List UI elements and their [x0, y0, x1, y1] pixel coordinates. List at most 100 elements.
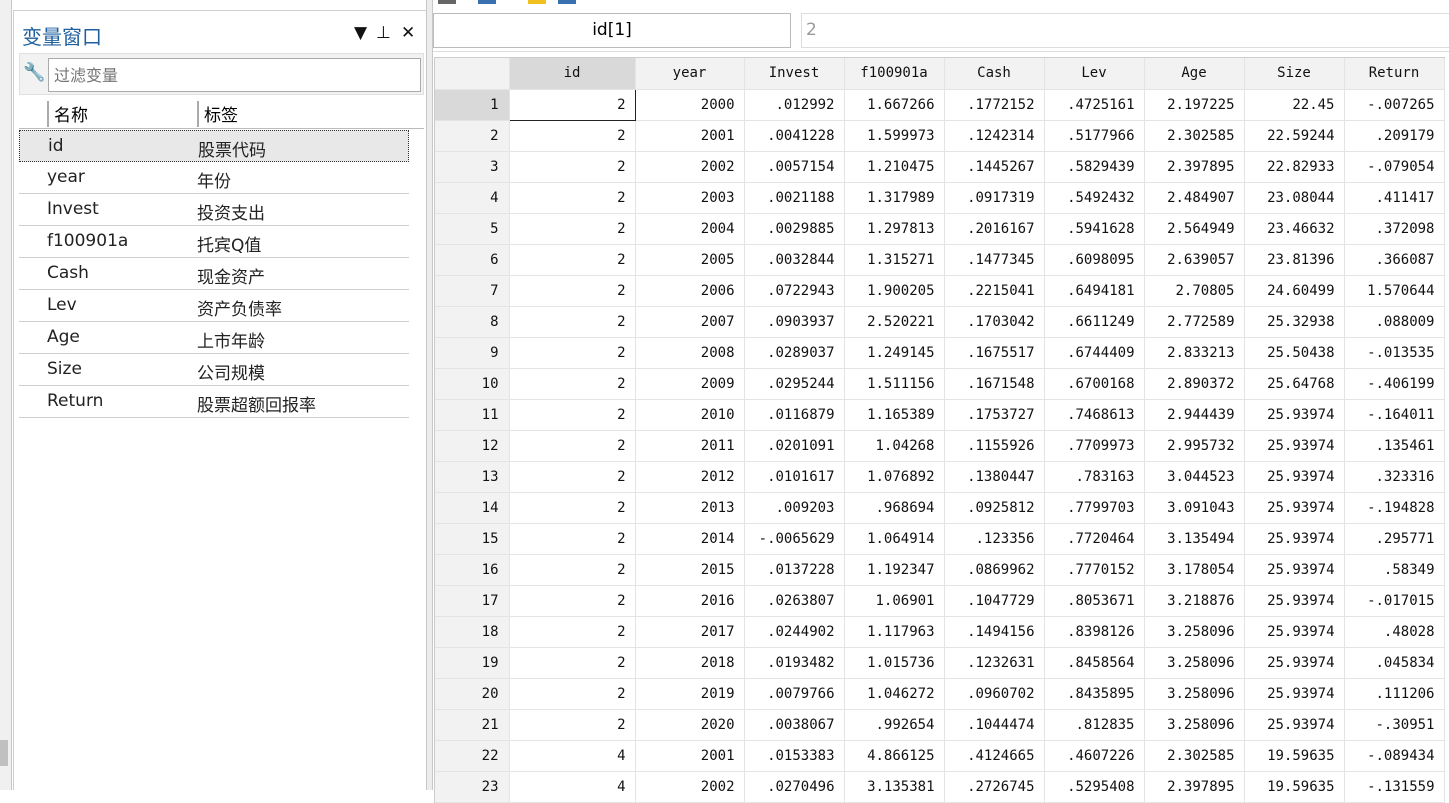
data-cell[interactable]: 2006: [635, 275, 745, 307]
data-cell[interactable]: .1772152: [944, 89, 1045, 121]
data-cell[interactable]: 1.165389: [844, 399, 945, 431]
data-cell[interactable]: -.089434: [1344, 740, 1445, 772]
data-cell[interactable]: .5295408: [1044, 771, 1145, 803]
data-cell[interactable]: 2.397895: [1144, 771, 1245, 803]
data-cell[interactable]: .1753727: [944, 399, 1045, 431]
row-number[interactable]: 18: [435, 616, 510, 648]
data-cell[interactable]: 2: [509, 461, 636, 493]
data-cell[interactable]: 3.218876: [1144, 585, 1245, 617]
data-cell[interactable]: 2.520221: [844, 306, 945, 338]
data-cell[interactable]: 2015: [635, 554, 745, 586]
data-cell[interactable]: 25.93974: [1244, 678, 1345, 710]
data-cell[interactable]: 2011: [635, 430, 745, 462]
data-cell[interactable]: -.406199: [1344, 368, 1445, 400]
data-cell[interactable]: 2: [509, 368, 636, 400]
data-cell[interactable]: 2: [509, 151, 636, 183]
row-number[interactable]: 11: [435, 399, 510, 431]
data-cell[interactable]: 2.302585: [1144, 740, 1245, 772]
data-cell[interactable]: 3.135494: [1144, 523, 1245, 555]
data-cell[interactable]: 2009: [635, 368, 745, 400]
data-cell[interactable]: 22.59244: [1244, 120, 1345, 152]
variable-row[interactable]: f100901a 托宾Q值: [19, 226, 409, 258]
data-cell[interactable]: -.0065629: [744, 523, 845, 555]
data-cell[interactable]: 23.46632: [1244, 213, 1345, 245]
data-cell[interactable]: 2013: [635, 492, 745, 524]
data-cell[interactable]: 2.70805: [1144, 275, 1245, 307]
data-cell[interactable]: 2.995732: [1144, 430, 1245, 462]
data-cell[interactable]: 1.249145: [844, 337, 945, 369]
data-cell[interactable]: 1.511156: [844, 368, 945, 400]
data-cell[interactable]: .1044474: [944, 709, 1045, 741]
data-cell[interactable]: .0116879: [744, 399, 845, 431]
data-cell[interactable]: 2: [509, 275, 636, 307]
column-header-Cash[interactable]: Cash: [944, 58, 1045, 90]
data-cell[interactable]: .4124665: [944, 740, 1045, 772]
data-cell[interactable]: 3.178054: [1144, 554, 1245, 586]
data-cell[interactable]: 3.091043: [1144, 492, 1245, 524]
data-cell[interactable]: 25.93974: [1244, 554, 1345, 586]
data-cell[interactable]: 2: [509, 616, 636, 648]
data-cell[interactable]: .0289037: [744, 337, 845, 369]
data-cell[interactable]: 3.258096: [1144, 678, 1245, 710]
data-cell[interactable]: 19.59635: [1244, 771, 1345, 803]
row-number[interactable]: 1: [435, 89, 510, 121]
row-number[interactable]: 22: [435, 740, 510, 772]
data-cell[interactable]: 2: [509, 306, 636, 338]
data-cell[interactable]: .5829439: [1044, 151, 1145, 183]
data-cell[interactable]: .0722943: [744, 275, 845, 307]
row-number[interactable]: 3: [435, 151, 510, 183]
data-cell[interactable]: 25.93974: [1244, 616, 1345, 648]
variable-row[interactable]: Return 股票超额回报率: [19, 386, 409, 418]
data-cell[interactable]: .0960702: [944, 678, 1045, 710]
data-cell[interactable]: 2.833213: [1144, 337, 1245, 369]
data-cell[interactable]: .8053671: [1044, 585, 1145, 617]
data-cell[interactable]: 2018: [635, 647, 745, 679]
data-cell[interactable]: .1703042: [944, 306, 1045, 338]
data-cell[interactable]: .2016167: [944, 213, 1045, 245]
data-cell[interactable]: .812835: [1044, 709, 1145, 741]
data-cell[interactable]: .0137228: [744, 554, 845, 586]
data-cell[interactable]: .1671548: [944, 368, 1045, 400]
pin-icon[interactable]: ⊥: [376, 23, 391, 43]
data-cell[interactable]: 2001: [635, 740, 745, 772]
row-number[interactable]: 16: [435, 554, 510, 586]
data-cell[interactable]: .6700168: [1044, 368, 1145, 400]
data-cell[interactable]: .045834: [1344, 647, 1445, 679]
row-number[interactable]: 8: [435, 306, 510, 338]
data-cell[interactable]: 25.32938: [1244, 306, 1345, 338]
column-header-f100901a[interactable]: f100901a: [844, 58, 945, 90]
data-cell[interactable]: 2: [509, 585, 636, 617]
data-cell[interactable]: .088009: [1344, 306, 1445, 338]
data-cell[interactable]: 3.258096: [1144, 616, 1245, 648]
data-cell[interactable]: 1.192347: [844, 554, 945, 586]
data-cell[interactable]: .5941628: [1044, 213, 1145, 245]
column-header-year[interactable]: year: [635, 58, 745, 90]
row-number[interactable]: 2: [435, 120, 510, 152]
column-header-Return[interactable]: Return: [1344, 58, 1445, 90]
data-cell[interactable]: .366087: [1344, 244, 1445, 276]
data-cell[interactable]: 23.81396: [1244, 244, 1345, 276]
data-cell[interactable]: .123356: [944, 523, 1045, 555]
data-cell[interactable]: -.30951: [1344, 709, 1445, 741]
data-cell[interactable]: 1.04268: [844, 430, 945, 462]
data-cell[interactable]: 2001: [635, 120, 745, 152]
data-cell[interactable]: .323316: [1344, 461, 1445, 493]
data-cell[interactable]: .5177966: [1044, 120, 1145, 152]
toolbar-icon[interactable]: [558, 0, 576, 4]
data-cell[interactable]: .0153383: [744, 740, 845, 772]
data-cell[interactable]: .0201091: [744, 430, 845, 462]
data-cell[interactable]: 2002: [635, 771, 745, 803]
data-cell[interactable]: 2: [509, 337, 636, 369]
row-number[interactable]: 21: [435, 709, 510, 741]
data-cell[interactable]: 2.302585: [1144, 120, 1245, 152]
row-number[interactable]: 6: [435, 244, 510, 276]
data-cell[interactable]: .1494156: [944, 616, 1045, 648]
data-cell[interactable]: .0079766: [744, 678, 845, 710]
data-cell[interactable]: 2016: [635, 585, 745, 617]
column-header-Size[interactable]: Size: [1244, 58, 1345, 90]
data-cell[interactable]: .1155926: [944, 430, 1045, 462]
variable-row[interactable]: Invest 投资支出: [19, 194, 409, 226]
data-cell[interactable]: .1477345: [944, 244, 1045, 276]
data-cell[interactable]: 25.93974: [1244, 461, 1345, 493]
data-cell[interactable]: 2020: [635, 709, 745, 741]
